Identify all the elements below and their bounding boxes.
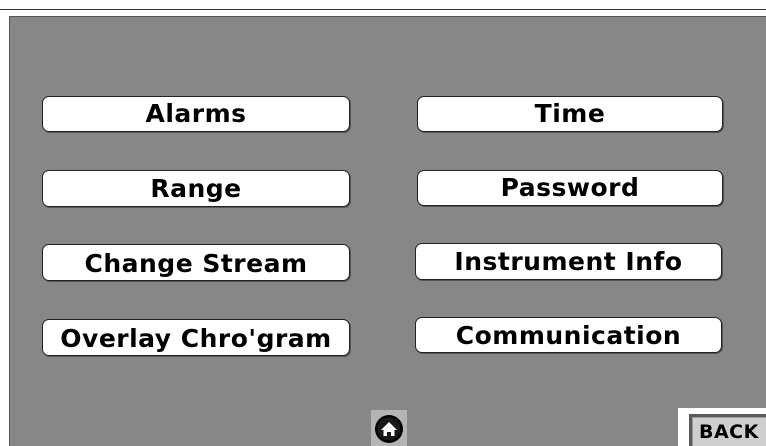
back-button-label: BACK (699, 421, 759, 443)
back-button[interactable]: BACK (678, 408, 766, 446)
instrument-info-button[interactable]: Instrument Info (415, 243, 722, 280)
overlay-chromatogram-button-label: Overlay Chro'gram (60, 324, 332, 353)
time-button-label: Time (534, 99, 606, 128)
change-stream-button[interactable]: Change Stream (42, 244, 350, 281)
range-button[interactable]: Range (42, 170, 350, 207)
top-divider (0, 9, 766, 10)
home-button[interactable] (371, 410, 407, 446)
time-button[interactable]: Time (417, 96, 723, 132)
alarms-button-label: Alarms (145, 99, 247, 128)
home-icon (375, 415, 403, 443)
overlay-chromatogram-button[interactable]: Overlay Chro'gram (42, 319, 350, 356)
change-stream-button-label: Change Stream (84, 249, 308, 278)
instrument-info-button-label: Instrument Info (454, 247, 683, 276)
range-button-label: Range (150, 174, 242, 203)
alarms-button[interactable]: Alarms (42, 96, 350, 132)
top-strip (0, 0, 766, 16)
back-button-face: BACK (692, 417, 766, 446)
communication-button-label: Communication (455, 321, 682, 350)
password-button-label: Password (500, 173, 640, 202)
password-button[interactable]: Password (417, 170, 723, 206)
settings-menu-panel (9, 16, 766, 446)
communication-button[interactable]: Communication (415, 317, 722, 353)
